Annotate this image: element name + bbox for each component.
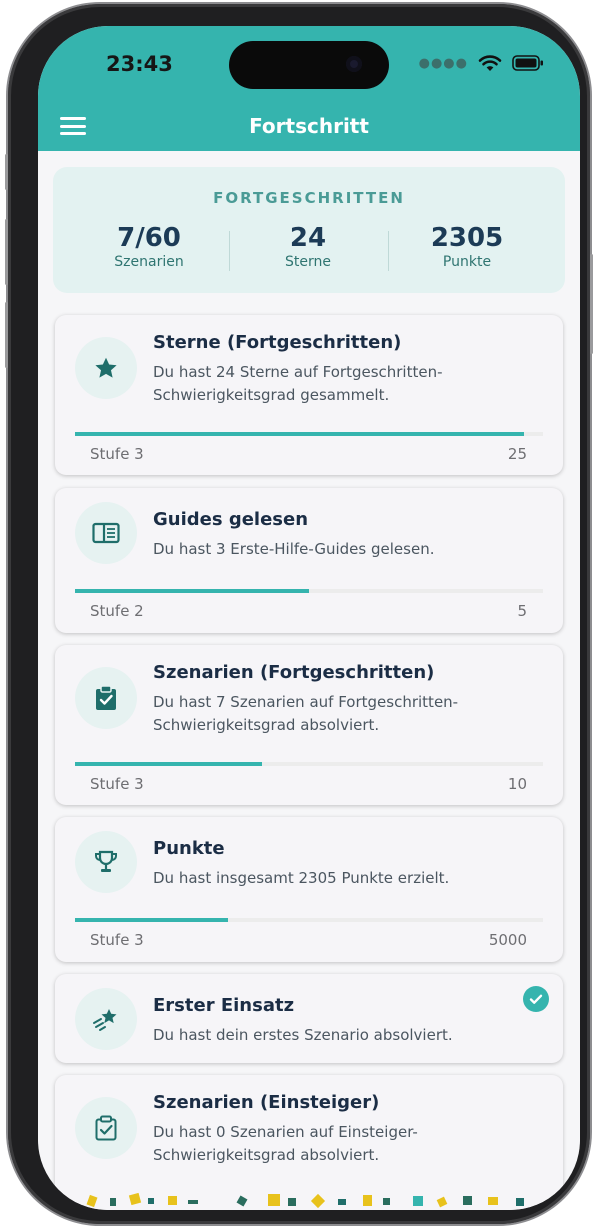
screen: 23:43 ●●●● Fortschritt FORTGESCHRITTEN 7…: [38, 26, 580, 1210]
level-label: FORTGESCHRITTEN: [213, 189, 405, 207]
stat-value: 7/60: [117, 223, 181, 253]
signal-dots-icon: ●●●●: [418, 55, 468, 71]
wifi-icon: [478, 55, 502, 71]
achievement-title: Szenarien (Einsteiger): [153, 1092, 380, 1113]
trophy-icon: [75, 831, 137, 893]
achievement-description: Du hast 0 Szenarien auf Einsteiger-Schwi…: [153, 1123, 418, 1164]
achievement-title: Erster Einsatz: [153, 995, 295, 1016]
stat-label: Sterne: [285, 254, 331, 270]
app-header: 23:43 ●●●● Fortschritt: [38, 26, 580, 151]
achievement-stage: Stufe 3: [90, 775, 144, 793]
achievement-title: Guides gelesen: [153, 509, 309, 530]
achievement-card-stars-advanced[interactable]: Sterne (Fortgeschritten) Du hast 24 Ster…: [55, 315, 563, 475]
progress-fill: [75, 918, 228, 922]
achievement-goal: 10: [507, 775, 527, 793]
shooting-star-icon: [75, 988, 137, 1050]
stat-value: 24: [289, 223, 327, 253]
progress-bar: [75, 589, 543, 593]
achievement-title: Punkte: [153, 838, 225, 859]
mute-switch: [5, 154, 8, 190]
progress-bar: [75, 432, 543, 436]
page-title: Fortschritt: [249, 114, 369, 138]
status-time: 23:43: [106, 52, 173, 76]
phone-frame: 23:43 ●●●● Fortschritt FORTGESCHRITTEN 7…: [5, 4, 593, 1224]
achievement-card-guides[interactable]: Guides gelesen Du hast 3 Erste-Hilfe-Gui…: [55, 488, 563, 633]
stat-label: Punkte: [442, 254, 492, 270]
achievement-title: Sterne (Fortgeschritten): [153, 332, 402, 353]
stat-points: 2305 Punkte: [388, 223, 546, 270]
progress-fill: [75, 432, 525, 436]
camera-icon: [346, 56, 362, 72]
progress-fill: [75, 762, 263, 766]
achievement-card-first-mission[interactable]: Erster Einsatz Du hast dein erstes Szena…: [55, 974, 563, 1063]
stat-scenarios: 7/60 Szenarien: [70, 223, 228, 270]
progress-bar: [75, 762, 543, 766]
power-button: [590, 254, 593, 354]
dynamic-island: [229, 41, 389, 89]
confetti-decoration: [86, 1192, 524, 1209]
achievement-stage: Stufe 3: [90, 931, 144, 949]
achievement-description: Du hast 3 Erste-Hilfe-Guides gelesen.: [153, 540, 435, 558]
stat-label: Szenarien: [114, 254, 184, 270]
progress-summary: FORTGESCHRITTEN 7/60 Szenarien 24 Sterne…: [53, 167, 565, 293]
progress-bar: [75, 918, 543, 922]
volume-down-button: [5, 302, 8, 368]
stat-value: 2305: [430, 223, 504, 253]
achievement-stage: Stufe 2: [90, 602, 144, 620]
achievement-description: Du hast dein erstes Szenario absolviert.: [153, 1026, 453, 1044]
achievement-goal: 5000: [488, 931, 527, 949]
achievement-description: Du hast 24 Sterne auf Fortgeschritten-Sc…: [153, 363, 443, 404]
clipboard-check-icon: [75, 667, 137, 729]
achievement-description: Du hast 7 Szenarien auf Fortgeschritten-…: [153, 693, 459, 734]
completed-check-icon: [523, 986, 549, 1012]
achievement-title: Szenarien (Fortgeschritten): [153, 662, 435, 683]
stat-stars: 24 Sterne: [229, 223, 387, 270]
battery-icon: [512, 55, 543, 71]
volume-up-button: [5, 219, 8, 285]
achievement-goal: 25: [507, 445, 527, 463]
clipboard-check-icon: [75, 1097, 137, 1159]
book-icon: [75, 502, 137, 564]
status-icons: ●●●●: [419, 54, 544, 72]
star-icon: [75, 337, 137, 399]
achievement-card-points[interactable]: Punkte Du hast insgesamt 2305 Punkte erz…: [55, 817, 563, 962]
achievement-description: Du hast insgesamt 2305 Punkte erzielt.: [153, 869, 450, 887]
achievement-goal: 5: [517, 602, 527, 620]
achievement-card-scenarios-advanced[interactable]: Szenarien (Fortgeschritten) Du hast 7 Sz…: [55, 645, 563, 805]
achievement-stage: Stufe 3: [90, 445, 144, 463]
progress-fill: [75, 589, 309, 593]
